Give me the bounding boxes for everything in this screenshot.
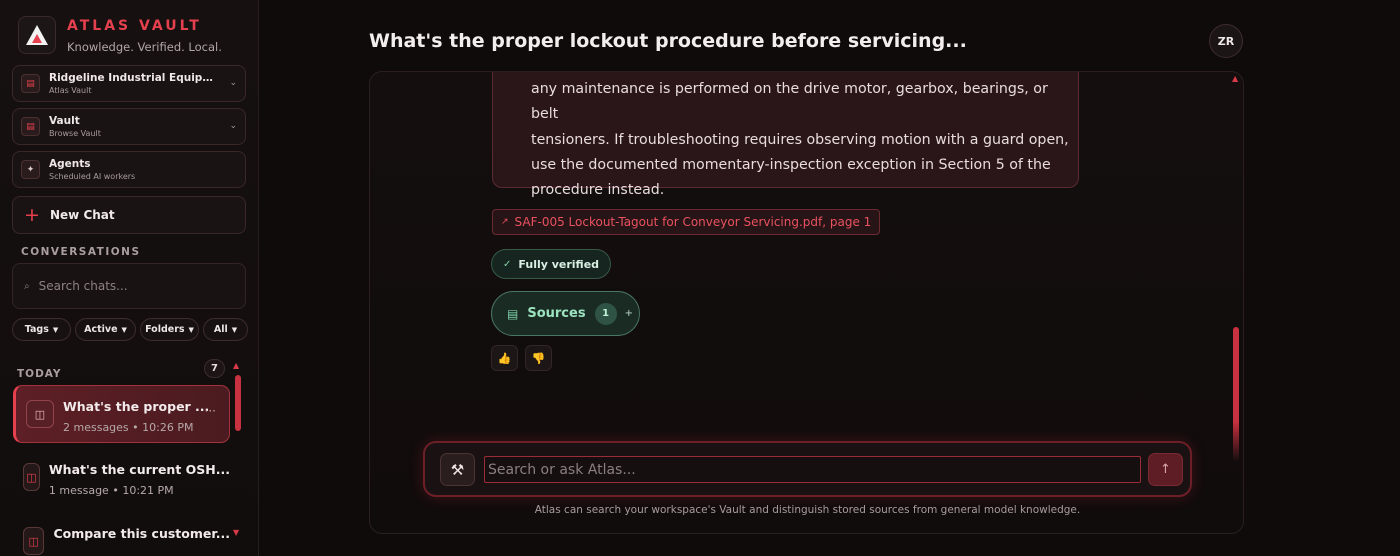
agents-link[interactable]: ✦ Agents Scheduled AI workers — [12, 151, 246, 188]
sources-button[interactable]: ▤ Sources 1 + — [491, 291, 640, 336]
verified-label: Fully verified — [518, 257, 600, 271]
sidebar-scrollbar[interactable] — [235, 375, 241, 431]
filter-tags-label: Tags — [24, 324, 49, 335]
brand: ATLAS VAULT Knowledge. Verified. Local. — [18, 16, 222, 54]
chat-icon: ◫ — [26, 400, 54, 428]
external-link-icon: ↗ — [501, 217, 509, 227]
arrow-up-icon: ↑ — [1160, 462, 1171, 477]
workspace-selector[interactable]: ▤ Ridgeline Industrial Equipme... Atlas … — [12, 65, 246, 102]
chat-title: Compare this customer... — [53, 526, 230, 541]
filter-active-label: Active — [84, 324, 118, 335]
chat-title: What's the proper ... — [63, 399, 210, 414]
thumbs-down-icon: 👎 — [531, 351, 546, 365]
chat-meta: 2 messages • 10:26 PM — [63, 421, 209, 434]
chat-search-placeholder: Search chats... — [38, 279, 128, 293]
chat-scrollbar[interactable] — [1233, 327, 1239, 462]
chevron-down-icon: ▼ — [121, 325, 127, 334]
agents-title: Agents — [49, 157, 91, 170]
meta-separator: • — [132, 421, 139, 434]
chevron-down-icon: ⌄ — [229, 78, 237, 88]
chat-search-input[interactable]: ⌕ Search chats... — [12, 263, 246, 309]
workspace-name: Ridgeline Industrial Equipme... — [49, 71, 219, 84]
send-button[interactable]: ↑ — [1148, 453, 1183, 486]
chat-message-count: 2 messages — [63, 421, 129, 434]
chat-panel: any maintenance is performed on the driv… — [369, 71, 1244, 534]
expand-icon: + — [624, 308, 633, 319]
answer-line: use the documented momentary-inspection … — [531, 156, 1051, 173]
filter-row: Tags ▼ Active ▼ Folders ▼ All ▼ — [12, 318, 252, 341]
chat-icon: ◫ — [23, 527, 45, 555]
assistant-message-text: any maintenance is performed on the driv… — [531, 77, 1071, 203]
plus-icon: + — [24, 203, 40, 226]
chat-time: 10:26 PM — [142, 421, 194, 434]
check-icon: ✓ — [503, 258, 512, 270]
user-avatar[interactable]: ZR — [1209, 24, 1243, 58]
chat-title: What's the current OSH... — [48, 462, 230, 477]
thumbs-up-button[interactable]: 👍 — [491, 345, 518, 371]
filter-tags[interactable]: Tags ▼ — [12, 318, 71, 341]
scroll-up-icon[interactable]: ▲ — [1232, 74, 1238, 83]
chat-list-item[interactable]: ◫ Compare this customer... — [13, 513, 230, 556]
meta-separator: • — [112, 484, 119, 497]
tools-icon: ⚒ — [450, 460, 465, 479]
chat-meta: 1 message • 10:21 PM — [49, 484, 230, 497]
new-chat-label: New Chat — [50, 208, 115, 222]
thumbs-up-icon: 👍 — [497, 351, 512, 365]
today-group-header: TODAY 7 — [17, 359, 225, 381]
chat-list-item[interactable]: ◫ What's the proper ... 2 messages • 10:… — [13, 385, 230, 443]
message-input[interactable] — [484, 456, 1141, 483]
answer-line: any maintenance is performed on the driv… — [531, 81, 1048, 123]
chevron-down-icon: ▼ — [52, 325, 59, 334]
filter-all-label: All — [213, 324, 228, 335]
verified-badge: ✓ Fully verified — [491, 249, 612, 279]
vault-subtitle: Browse Vault — [49, 128, 101, 138]
chat-icon: ◫ — [23, 463, 40, 491]
citation-label: SAF-005 Lockout-Tagout for Conveyor Serv… — [514, 215, 872, 229]
agents-subtitle: Scheduled AI workers — [49, 171, 136, 181]
sources-label: Sources — [527, 306, 586, 321]
conversations-heading: CONVERSATIONS — [21, 246, 141, 258]
workspace-icon: ▤ — [21, 74, 40, 93]
sparkle-icon: ✦ — [21, 160, 40, 179]
chat-list-item[interactable]: ◫ What's the current OSH... 1 message • … — [13, 449, 230, 507]
chevron-down-icon: ▼ — [188, 325, 194, 334]
vault-icon: ▤ — [21, 117, 40, 136]
chat-time: 10:21 PM — [122, 484, 174, 497]
thumbs-down-button[interactable]: 👎 — [525, 345, 552, 371]
today-label: TODAY — [17, 368, 62, 380]
search-icon: ⌕ — [24, 280, 30, 292]
answer-line: tensioners. If troubleshooting requires … — [531, 131, 1069, 148]
sources-count-badge: 1 — [594, 302, 617, 325]
scroll-down-icon[interactable]: ▼ — [233, 528, 239, 537]
filter-active[interactable]: Active ▼ — [75, 318, 136, 341]
scroll-up-icon[interactable]: ▲ — [233, 361, 239, 370]
tools-button[interactable]: ⚒ — [440, 453, 475, 486]
filter-folders-label: Folders — [145, 324, 185, 335]
more-options-icon[interactable]: ··· — [205, 404, 216, 418]
vault-selector[interactable]: ▤ Vault Browse Vault ⌄ — [12, 108, 246, 145]
filter-all[interactable]: All ▼ — [203, 318, 248, 341]
message-composer: ⚒ ↑ — [423, 441, 1192, 497]
workspace-subtitle: Atlas Vault — [49, 85, 92, 95]
composer-footnote: Atlas can search your workspace's Vault … — [534, 504, 1081, 516]
new-chat-button[interactable]: + New Chat — [12, 196, 246, 234]
brand-title: ATLAS VAULT — [67, 18, 202, 34]
citation-link[interactable]: ↗ SAF-005 Lockout-Tagout for Conveyor Se… — [492, 209, 881, 235]
document-icon: ▤ — [507, 306, 519, 321]
atlas-logo-icon — [18, 16, 56, 54]
today-count-badge: 7 — [204, 359, 225, 378]
page-title: What's the proper lockout procedure befo… — [369, 30, 967, 52]
answer-line: procedure instead. — [531, 182, 665, 199]
chevron-down-icon: ⌄ — [229, 121, 237, 131]
brand-subtitle: Knowledge. Verified. Local. — [67, 40, 222, 54]
chat-message-count: 1 message — [48, 484, 109, 497]
vault-title: Vault — [49, 114, 80, 127]
filter-folders[interactable]: Folders ▼ — [140, 318, 199, 341]
sidebar: ATLAS VAULT Knowledge. Verified. Local. … — [0, 0, 259, 556]
chevron-down-icon: ▼ — [231, 325, 238, 334]
